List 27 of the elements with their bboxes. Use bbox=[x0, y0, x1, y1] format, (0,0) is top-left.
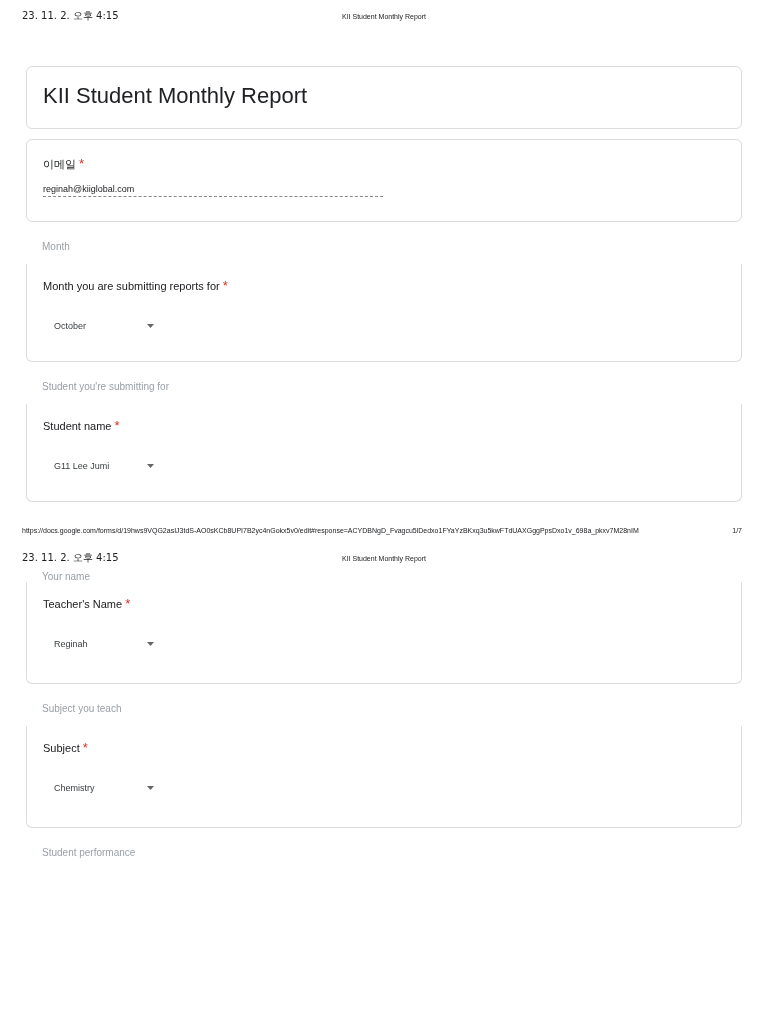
dropdown[interactable]: October bbox=[43, 321, 154, 331]
required-asterisk: * bbox=[79, 156, 85, 171]
dropdown[interactable]: G11 Lee Jumi bbox=[43, 461, 154, 471]
question-label: Student name bbox=[43, 420, 112, 432]
section-title: Your name bbox=[41, 570, 91, 582]
question-label: Teacher's Name bbox=[43, 598, 123, 610]
dropdown[interactable]: Chemistry bbox=[43, 783, 154, 793]
form-title: KII Student Monthly Report bbox=[43, 83, 308, 108]
print-date: 23. 11. 2. 오후 4:15 bbox=[22, 9, 120, 23]
print-date: 23. 11. 2. 오후 4:15 bbox=[22, 551, 120, 565]
caret-icon bbox=[147, 324, 154, 328]
question-label: Subject bbox=[43, 742, 80, 754]
question-label: 이메일 bbox=[43, 157, 76, 172]
section-title: Student you're submitting for bbox=[41, 380, 170, 394]
required-asterisk: * bbox=[82, 740, 88, 755]
section-title: Month bbox=[41, 240, 71, 254]
question-label: Month you are submitting reports for bbox=[43, 280, 220, 292]
required-asterisk: * bbox=[222, 278, 228, 293]
required-asterisk: * bbox=[125, 596, 131, 611]
caret-icon bbox=[147, 464, 154, 468]
required-asterisk: * bbox=[114, 418, 120, 433]
dropdown[interactable]: Reginah bbox=[43, 639, 154, 649]
section-title: Subject you teach bbox=[41, 702, 123, 716]
caret-icon bbox=[147, 786, 154, 790]
caret-icon bbox=[147, 642, 154, 646]
answer-field[interactable]: reginah@kiiglobal.com bbox=[43, 184, 383, 197]
section-title: Student performance bbox=[41, 846, 137, 860]
